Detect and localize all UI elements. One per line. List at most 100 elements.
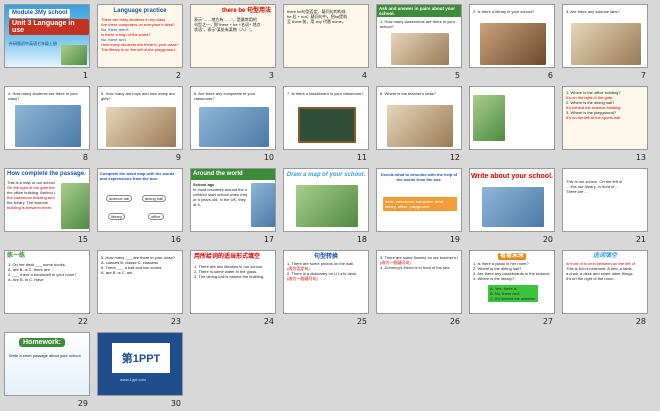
slide-question: 5. How many are boys and how many are gi… <box>101 91 175 101</box>
slide-text-line: The library is on the left of the playgr… <box>101 47 176 52</box>
slide-question: 1. How many classrooms are there in your… <box>380 19 455 29</box>
slide-cell-4: there be句型否定、疑问句的构成 be 后 + not；疑问句中，把be提… <box>281 2 371 82</box>
slide-cell-23: 5. How many ___ are there in your class?… <box>95 248 185 328</box>
slide-thumbnail-27[interactable]: 看看未来 1. Is there a piano in her room? 2.… <box>469 250 555 314</box>
children-photo <box>251 183 275 227</box>
slide-text-line: 状语"，表示"某处有某物（人）"。 <box>194 27 255 32</box>
answer-box: A. Yes, there is. B. No, there isn't. C.… <box>488 285 538 302</box>
slide-thumbnail-10[interactable]: 6. Are there any computers in your class… <box>190 86 276 150</box>
slide-thumbnail-14[interactable]: 1. Where is the office building? It's on… <box>562 86 648 150</box>
slide-thumbnail-4[interactable]: there be句型否定、疑问句的构成 be 后 + not；疑问句中，把be提… <box>283 4 369 68</box>
slide-thumbnail-30[interactable]: 第1PPT www.1ppt.com <box>97 332 183 396</box>
classroom-photo <box>391 33 449 65</box>
slide-number: 23 <box>170 317 181 326</box>
slide-number: 15 <box>77 235 88 244</box>
slide-thumbnail-24[interactable]: 用所给词的适当形式填空 1. There are two libraries i… <box>190 250 276 314</box>
slide-footer: 外研版初中英语七年级上册 <box>9 41 57 46</box>
slide-thumbnail-18[interactable]: Draw a map of your school. <box>283 168 369 232</box>
answer-line: C. It's behind the science building. <box>490 296 536 301</box>
slide-cell-13 <box>467 84 557 164</box>
slide-cell-26: 3. There are some flowers on our teacher… <box>374 248 464 328</box>
slide-cell-8: 4. How many students are there in your c… <box>2 84 92 164</box>
slide-text-line: A. Are B. Is C. Have <box>8 277 44 282</box>
slide-cell-12: 8. Where is the teacher's desk? 12 <box>374 84 464 164</box>
slide-title: 用所给词的适当形式填空 <box>194 254 261 260</box>
slide-thumbnail-15[interactable]: How complete the passage. This is a map … <box>4 168 90 232</box>
slide-text-line: There are ... <box>566 189 588 194</box>
slide-title: there be 句型用法 <box>221 8 271 14</box>
slide-thumbnail-5[interactable]: Ask and answer in pairs about your schoo… <box>376 4 462 68</box>
slide-title: 选词填空 <box>592 253 617 259</box>
slide-number: 26 <box>449 317 460 326</box>
school-photo <box>61 45 87 65</box>
slide-thumbnail-28[interactable]: 选词填空 in front of in next between on the … <box>562 250 648 314</box>
slide-thumbnail-1[interactable]: Module 3My school Unit 3 Language in use… <box>4 4 90 68</box>
slide-thumbnail-9[interactable]: 5. How many are boys and how many are gi… <box>97 86 183 150</box>
slide-number: 10 <box>263 153 274 162</box>
slide-thumbnail-6[interactable]: 2. Is there a library in your school? <box>469 4 555 68</box>
slide-question: 6. Are there any computers in your class… <box>194 91 256 101</box>
slide-cell-1: Module 3My school Unit 3 Language in use… <box>2 2 92 82</box>
slide-number: 19 <box>449 235 460 244</box>
school-map-image <box>61 183 89 229</box>
slide-title: How complete the passage. <box>7 171 86 177</box>
slide-number: 3 <box>268 71 274 80</box>
slide-number: 16 <box>170 235 181 244</box>
slide-question: 4. How many students are there in your c… <box>8 91 78 101</box>
homework-banner: Homework: <box>19 338 66 347</box>
slide-cell-17: Around the world School age In most coun… <box>188 166 278 246</box>
slide-title: 练一练 <box>7 253 26 259</box>
slide-thumbnail-20[interactable]: Write about your school. <box>469 168 555 232</box>
slide-text-line: at 5. <box>193 202 201 207</box>
slide-number: 22 <box>77 317 88 326</box>
slide-thumbnail-2[interactable]: Language practice There are thirty stude… <box>97 4 183 68</box>
slide-thumbnail-19[interactable]: Decide what to describe with the help of… <box>376 168 462 232</box>
slide-number: 9 <box>175 153 181 162</box>
slide-cell-25: 句型转换 1. There are some photos on the wal… <box>281 248 371 328</box>
slide-number: 6 <box>547 71 553 80</box>
slide-number: 29 <box>77 399 88 408</box>
slide-cell-14: 1. Where is the office building? It's on… <box>560 84 650 164</box>
slide-thumbnail-7[interactable]: 3. Are there any science labs? <box>562 4 648 68</box>
slide-thumbnail-17[interactable]: Around the world School age In most coun… <box>190 168 276 232</box>
slide-title: Write about your school. <box>471 173 553 180</box>
slide-cell-20: Write about your school. 20 <box>467 166 557 246</box>
slide-number: 1 <box>82 71 88 80</box>
computer-room-photo <box>199 107 269 147</box>
slide-number: 13 <box>635 153 646 162</box>
word-map-node: dining hall <box>142 195 167 202</box>
slide-thumbnail-11[interactable]: 7. Is there a blackboard in your classro… <box>283 86 369 150</box>
slide-thumbnail-22[interactable]: 练一练 1. On her desk ___ some books. A. ar… <box>4 250 90 314</box>
slide-text-line: building is between them. <box>7 205 53 210</box>
slide-number: 27 <box>542 317 553 326</box>
slide-number: 24 <box>263 317 274 326</box>
teacher-desk-photo <box>387 105 453 147</box>
slide-number: 5 <box>454 71 460 80</box>
slide-thumbnail-3[interactable]: there be 句型用法 表示"……地方有……"，是最常用的 句型之一，即"t… <box>190 4 276 68</box>
slide-cell-30: 第1PPT www.1ppt.com 30 <box>95 330 185 410</box>
logo-subtext: www.1ppt.com <box>120 377 147 382</box>
slide-cell-22: 练一练 1. On her desk ___ some books. A. ar… <box>2 248 92 328</box>
slide-title: Ask and answer in pairs about your schoo… <box>379 6 456 16</box>
slide-cell-15: How complete the passage. This is a map … <box>2 166 92 246</box>
slide-question: 7. Is there a blackboard in your classro… <box>287 91 364 96</box>
slide-thumbnail-16[interactable]: Complete the word map with the words and… <box>97 168 183 232</box>
slide-thumbnail-29[interactable]: Homework: Write a short passage about yo… <box>4 332 90 396</box>
slide-thumbnail-23[interactable]: 5. How many ___ are there in your class?… <box>97 250 183 314</box>
slide-cell-29: Homework: Write a short passage about yo… <box>2 330 92 410</box>
slide-thumbnail-26[interactable]: 3. There are some flowers on our teacher… <box>376 250 462 314</box>
slide-thumbnail-21[interactable]: This is our school. On the left of ... t… <box>562 168 648 232</box>
slide-cell-11: 7. Is there a blackboard in your classro… <box>281 84 371 164</box>
slide-text-line: 3. The dining hall is behind the buildin… <box>194 274 265 279</box>
slide-thumbnail-12[interactable]: 8. Where is the teacher's desk? <box>376 86 462 150</box>
slide-number: 17 <box>263 235 274 244</box>
slide-text-line: A. are B. is C. am <box>101 270 133 275</box>
slide-thumbnail-13[interactable] <box>469 86 555 150</box>
slide-text-line: 4. Dorming's friend is in front of the s… <box>380 265 451 270</box>
slide-cell-19: Decide what to describe with the help of… <box>374 166 464 246</box>
slide-cell-21: This is our school. On the left of ... t… <box>560 166 650 246</box>
logo-text: 第1PPT <box>121 353 161 365</box>
slide-thumbnail-8[interactable]: 4. How many students are there in your c… <box>4 86 90 150</box>
slide-title: 句型转换 <box>313 254 338 260</box>
slide-thumbnail-25[interactable]: 句型转换 1. There are some photos on the wal… <box>283 250 369 314</box>
